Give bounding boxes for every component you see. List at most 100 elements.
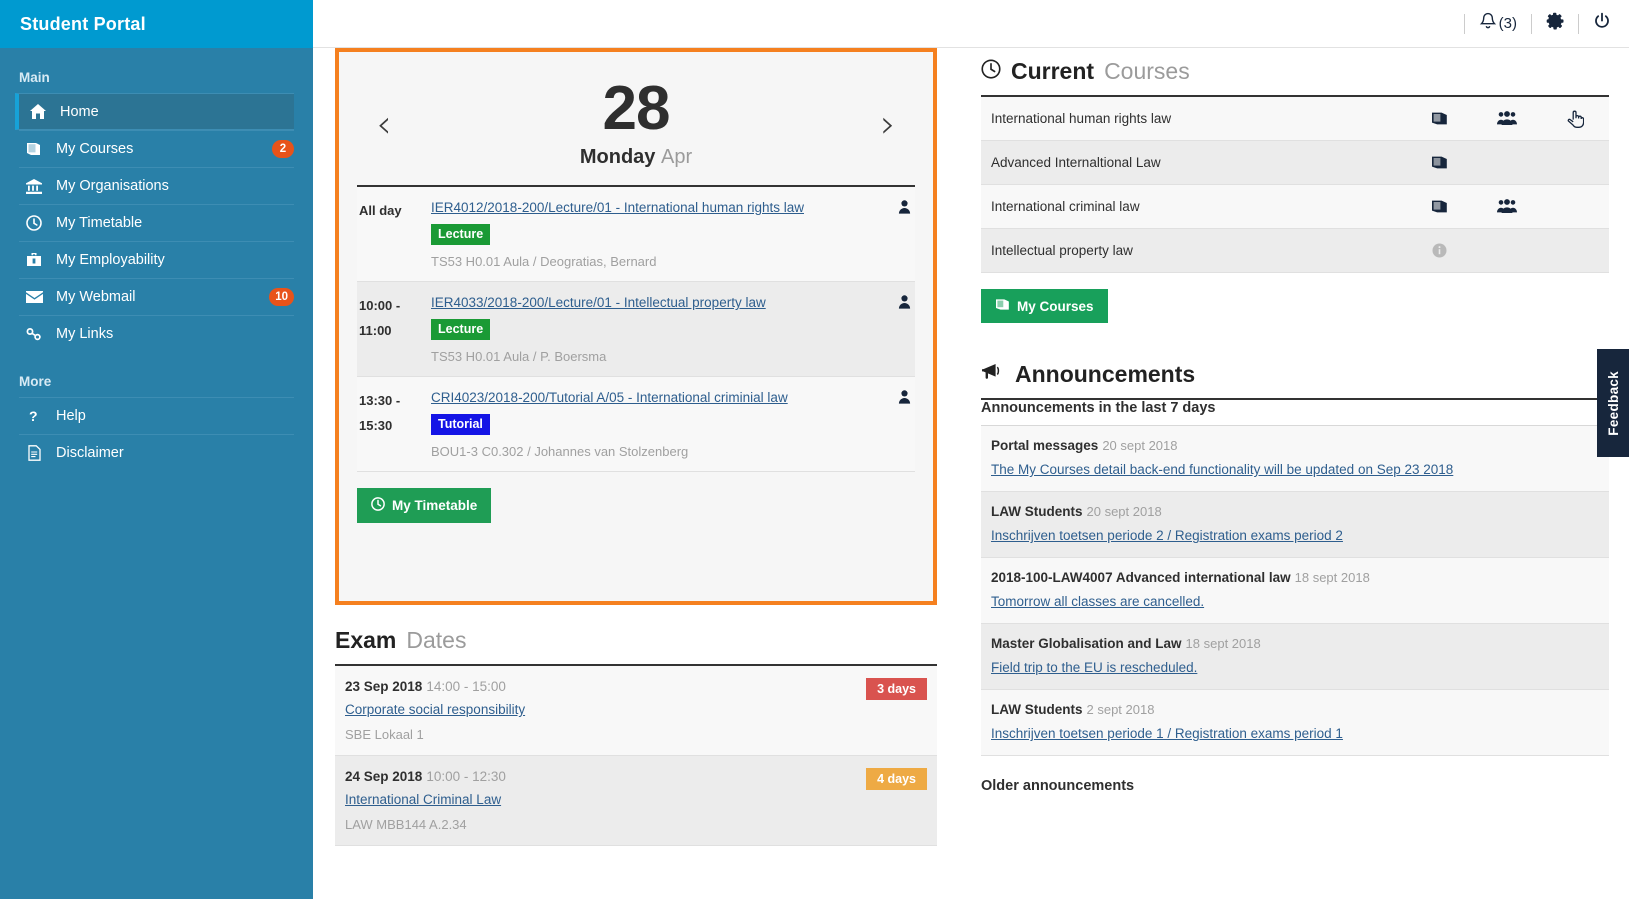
exam-title-link[interactable]: Corporate social responsibility bbox=[345, 702, 525, 717]
event-title-link[interactable]: IER4033/2018-200/Lecture/01 - Intellectu… bbox=[431, 295, 766, 310]
feedback-tab[interactable]: Feedback bbox=[1597, 349, 1629, 457]
event-time-start: All day bbox=[359, 203, 402, 218]
announcement-source: Portal messages bbox=[991, 438, 1099, 453]
group-icon[interactable] bbox=[1473, 199, 1541, 214]
sidebar-item-label: Home bbox=[60, 103, 99, 120]
info-icon[interactable] bbox=[1405, 243, 1473, 258]
book-icon[interactable] bbox=[1405, 155, 1473, 170]
calendar-month: Apr bbox=[661, 146, 693, 168]
sidebar-item-my-timetable[interactable]: My Timetable bbox=[19, 204, 294, 241]
sidebar-item-my-links[interactable]: My Links bbox=[19, 315, 294, 352]
announcement-date: 20 sept 2018 bbox=[1102, 438, 1178, 453]
announcement-row[interactable]: LAW Students 2 sept 2018 Inschrijven toet… bbox=[981, 690, 1609, 756]
announcement-link[interactable]: Inschrijven toetsen periode 1 / Registra… bbox=[991, 726, 1343, 741]
announcement-date: 20 sept 2018 bbox=[1086, 504, 1162, 519]
event-title-link[interactable]: CRI4023/2018-200/Tutorial A/05 - Interna… bbox=[431, 390, 788, 405]
sidebar-item-my-employability[interactable]: My Employability bbox=[19, 241, 294, 278]
course-name: Intellectual property law bbox=[991, 243, 1133, 258]
announcement-row[interactable]: 2018-100-LAW4007 Advanced international … bbox=[981, 558, 1609, 624]
person-icon[interactable] bbox=[898, 390, 911, 409]
clock-icon bbox=[19, 215, 49, 231]
announcement-row[interactable]: Portal messages 20 sept 2018 The My Cours… bbox=[981, 426, 1609, 492]
announcement-row[interactable]: LAW Students 20 sept 2018 Inschrijven toe… bbox=[981, 492, 1609, 558]
sidebar-item-my-webmail[interactable]: My Webmail 10 bbox=[19, 278, 294, 315]
prev-day-button[interactable]: ‹ bbox=[369, 105, 399, 143]
course-name: International human rights law bbox=[991, 111, 1172, 126]
announcement-source: LAW Students bbox=[991, 702, 1083, 717]
course-row[interactable]: International human rights law bbox=[981, 97, 1609, 141]
event-location-teacher: TS53 H0.01 Aula / P. Boersma bbox=[431, 349, 607, 364]
sidebar-item-disclaimer[interactable]: Disclaimer bbox=[19, 434, 294, 471]
group-icon[interactable] bbox=[1473, 111, 1541, 126]
announcements-subheading: Announcements in the last 7 days bbox=[981, 400, 1609, 426]
person-icon[interactable] bbox=[898, 200, 911, 219]
announcement-link[interactable]: Inschrijven toetsen periode 2 / Registra… bbox=[991, 528, 1343, 543]
calendar-event-row[interactable]: 10:00 - 11:00 IER4033/2018-200/Lecture/0… bbox=[357, 282, 915, 377]
sidebar-item-help[interactable]: ? Help bbox=[19, 397, 294, 434]
my-timetable-button[interactable]: My Timetable bbox=[357, 488, 492, 523]
course-icons bbox=[1405, 110, 1609, 128]
announcement-link[interactable]: The My Courses detail back-end functiona… bbox=[991, 462, 1453, 477]
hand-pointer-icon[interactable] bbox=[1541, 110, 1609, 128]
announcement-link[interactable]: Tomorrow all classes are cancelled. bbox=[991, 594, 1204, 609]
sidebar-item-my-organisations[interactable]: My Organisations bbox=[19, 167, 294, 204]
exam-title-link[interactable]: International Criminal Law bbox=[345, 792, 501, 807]
announcement-row[interactable]: Master Globalisation and Law 18 sept 2018… bbox=[981, 624, 1609, 690]
my-courses-button[interactable]: My Courses bbox=[981, 289, 1108, 323]
sidebar-item-home[interactable]: Home bbox=[15, 93, 294, 130]
event-type-tag: Lecture bbox=[431, 224, 491, 245]
exam-countdown-badge: 3 days bbox=[866, 678, 927, 700]
svg-text:?: ? bbox=[29, 408, 38, 424]
sidebar-item-my-courses[interactable]: My Courses 2 bbox=[19, 130, 294, 167]
megaphone-icon bbox=[981, 361, 1005, 388]
topbar: (3) bbox=[313, 0, 1629, 48]
topbar-divider-1 bbox=[1463, 13, 1465, 34]
book-icon[interactable] bbox=[1405, 111, 1473, 126]
course-row[interactable]: Intellectual property law bbox=[981, 229, 1609, 273]
sidebar-badge-my-webmail: 10 bbox=[269, 288, 294, 306]
course-row[interactable]: International criminal law bbox=[981, 185, 1609, 229]
exam-row[interactable]: 23 Sep 2018 14:00 - 15:00 Corporate socia… bbox=[335, 666, 937, 756]
exam-line: 23 Sep 2018 14:00 - 15:00 bbox=[345, 679, 937, 694]
calendar-event-row[interactable]: 13:30 - 15:30 CRI4023/2018-200/Tutorial … bbox=[357, 377, 915, 472]
sidebar-item-label: My Employability bbox=[56, 252, 165, 268]
course-icons bbox=[1405, 243, 1609, 258]
event-body: IER4012/2018-200/Lecture/01 - Internatio… bbox=[431, 199, 915, 269]
exam-line: 24 Sep 2018 10:00 - 12:30 bbox=[345, 769, 937, 784]
power-icon bbox=[1593, 12, 1611, 36]
brand-title: Student Portal bbox=[20, 13, 146, 34]
announcement-date: 2 sept 2018 bbox=[1086, 702, 1155, 717]
sidebar-item-label: My Organisations bbox=[56, 178, 169, 194]
topbar-divider-2 bbox=[1531, 13, 1532, 34]
sidebar-section-label-main: Main bbox=[19, 70, 50, 85]
logout-button[interactable] bbox=[1593, 12, 1611, 36]
briefcase-icon bbox=[19, 253, 49, 267]
event-time: 13:30 - 15:30 bbox=[357, 389, 431, 438]
settings-button[interactable] bbox=[1546, 12, 1564, 35]
next-day-button[interactable]: › bbox=[873, 105, 903, 143]
older-announcements-label: Older announcements bbox=[981, 778, 1135, 794]
current-courses-heading-strong: Current bbox=[1011, 58, 1095, 84]
announcement-source: LAW Students bbox=[991, 504, 1083, 519]
sidebar: Student Portal Main Home My Courses 2 My… bbox=[0, 0, 313, 899]
notifications-button[interactable]: (3) bbox=[1479, 12, 1517, 36]
sidebar-nav-main: Home My Courses 2 My Organisations My Ti… bbox=[0, 93, 313, 352]
notifications-count: (3) bbox=[1498, 15, 1517, 32]
calendar-event-list: All day IER4012/2018-200/Lecture/01 - In… bbox=[357, 185, 915, 472]
book-icon[interactable] bbox=[1405, 199, 1473, 214]
sidebar-item-label: My Timetable bbox=[56, 215, 143, 231]
calendar-event-row[interactable]: All day IER4012/2018-200/Lecture/01 - In… bbox=[357, 187, 915, 282]
clock-icon bbox=[981, 58, 1001, 85]
event-title-link[interactable]: IER4012/2018-200/Lecture/01 - Internatio… bbox=[431, 200, 804, 215]
announcement-link[interactable]: Field trip to the EU is rescheduled. bbox=[991, 660, 1197, 675]
sidebar-badge-my-courses: 2 bbox=[272, 140, 294, 158]
course-name: International criminal law bbox=[991, 199, 1140, 214]
person-icon[interactable] bbox=[898, 295, 911, 314]
exam-date: 23 Sep 2018 bbox=[345, 679, 423, 694]
course-row[interactable]: Advanced Internaltional Law bbox=[981, 141, 1609, 185]
announcement-meta: 2018-100-LAW4007 Advanced international … bbox=[991, 569, 1609, 587]
event-time-start: 10:00 - bbox=[359, 298, 401, 313]
day-calendar-widget: ‹ 28 Monday Apr › All day IER4012/2018-2… bbox=[335, 48, 937, 605]
exam-row[interactable]: 24 Sep 2018 10:00 - 12:30 International C… bbox=[335, 756, 937, 846]
main-content: ‹ 28 Monday Apr › All day IER4012/2018-2… bbox=[313, 48, 1629, 899]
